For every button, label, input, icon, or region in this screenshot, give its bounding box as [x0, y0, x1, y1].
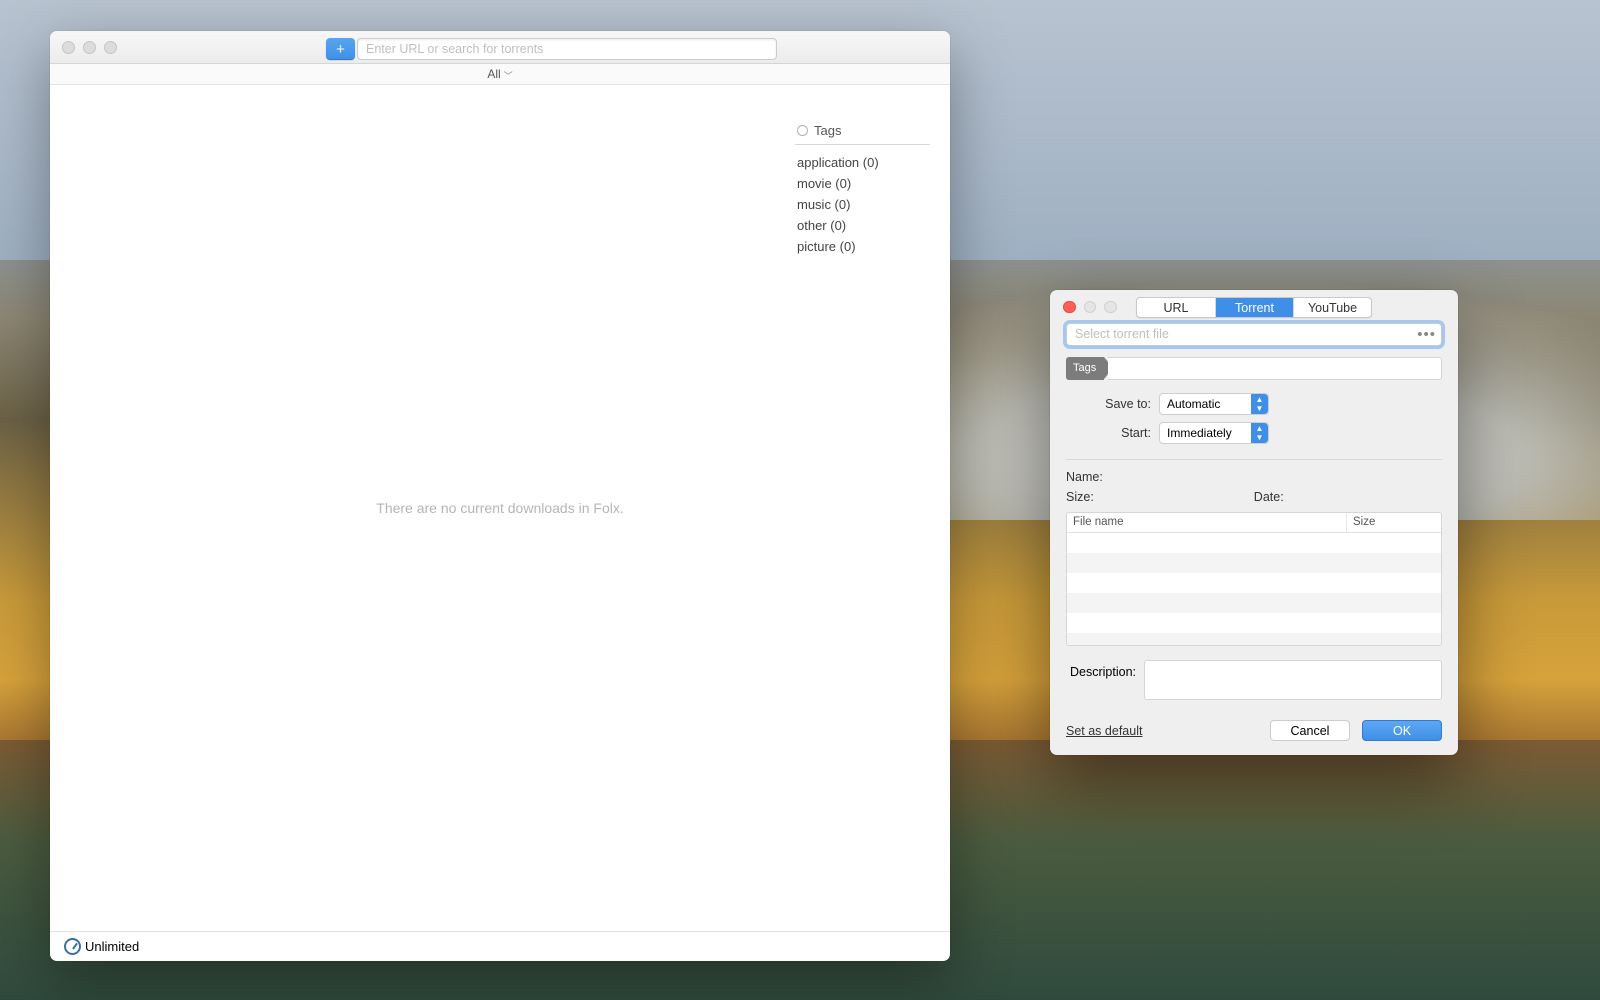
dialog-titlebar: URL Torrent YouTube — [1050, 290, 1458, 323]
tags-panel: Tags application (0) movie (0) music (0)… — [795, 123, 930, 257]
minimize-icon — [1084, 301, 1097, 314]
tag-item-movie[interactable]: movie (0) — [795, 173, 930, 194]
description-row: Description: — [1066, 660, 1442, 700]
tag-item-music[interactable]: music (0) — [795, 194, 930, 215]
folx-main-window: + All ﹀ There are no current downloads i… — [50, 31, 950, 961]
start-select[interactable]: Immediately ▲▼ — [1159, 422, 1269, 444]
col-file-name[interactable]: File name — [1067, 513, 1347, 532]
status-bar: Unlimited — [50, 931, 950, 961]
file-table-header: File name Size — [1067, 513, 1441, 533]
torrent-file-input[interactable] — [1066, 323, 1442, 346]
name-row: Name: — [1050, 460, 1458, 484]
set-as-default-link[interactable]: Set as default — [1066, 724, 1142, 738]
cancel-button[interactable]: Cancel — [1270, 720, 1350, 741]
table-row — [1067, 613, 1441, 633]
tab-torrent[interactable]: Torrent — [1215, 298, 1293, 317]
close-icon[interactable] — [1063, 301, 1076, 314]
tags-chip: Tags — [1066, 357, 1104, 380]
tags-header: Tags — [795, 123, 930, 145]
start-value: Immediately — [1167, 426, 1232, 440]
col-size[interactable]: Size — [1347, 513, 1441, 532]
tag-item-other[interactable]: other (0) — [795, 215, 930, 236]
file-table: File name Size — [1066, 512, 1442, 646]
zoom-icon[interactable] — [104, 41, 117, 54]
date-label: Date: — [1254, 490, 1284, 504]
table-row — [1067, 633, 1441, 646]
save-to-value: Automatic — [1167, 397, 1220, 411]
table-row — [1067, 573, 1441, 593]
close-icon[interactable] — [62, 41, 75, 54]
tag-item-picture[interactable]: picture (0) — [795, 236, 930, 257]
main-titlebar: + — [50, 31, 950, 64]
size-date-row: Size: Date: — [1050, 484, 1458, 504]
minimize-icon[interactable] — [83, 41, 96, 54]
table-row — [1067, 553, 1441, 573]
zoom-icon — [1104, 301, 1117, 314]
description-input[interactable] — [1144, 660, 1442, 700]
save-to-label: Save to: — [1066, 397, 1159, 411]
table-row — [1067, 533, 1441, 553]
main-traffic-lights — [62, 41, 117, 54]
file-table-body — [1067, 533, 1441, 646]
start-row: Start: Immediately ▲▼ — [1066, 422, 1442, 444]
start-label: Start: — [1066, 426, 1159, 440]
plus-icon: + — [336, 41, 345, 58]
table-row — [1067, 593, 1441, 613]
name-label: Name: — [1066, 470, 1103, 484]
filter-label: All — [487, 67, 500, 81]
source-tabs: URL Torrent YouTube — [1136, 297, 1372, 318]
chevron-updown-icon: ▲▼ — [1254, 424, 1265, 442]
tab-youtube[interactable]: YouTube — [1293, 298, 1371, 317]
tags-input[interactable] — [1108, 357, 1442, 380]
chevron-updown-icon: ▲▼ — [1254, 395, 1265, 413]
size-label: Size: — [1066, 490, 1094, 504]
tab-url[interactable]: URL — [1137, 298, 1215, 317]
gauge-icon[interactable] — [64, 938, 81, 955]
search-input[interactable] — [358, 39, 776, 59]
main-body: There are no current downloads in Folx. … — [50, 85, 950, 931]
speed-limit-label[interactable]: Unlimited — [85, 939, 139, 954]
filter-bar[interactable]: All ﹀ — [50, 64, 950, 85]
save-to-select[interactable]: Automatic ▲▼ — [1159, 393, 1269, 415]
dialog-footer: Set as default Cancel OK — [1066, 720, 1442, 741]
browse-file-icon[interactable]: ••• — [1417, 326, 1436, 343]
tag-item-application[interactable]: application (0) — [795, 152, 930, 173]
tag-icon — [797, 125, 808, 136]
description-label: Description: — [1066, 660, 1144, 700]
tags-field: Tags — [1066, 357, 1442, 380]
torrent-file-field-wrap: ••• — [1066, 323, 1442, 346]
tags-header-label: Tags — [814, 123, 841, 138]
add-button[interactable]: + — [326, 38, 355, 60]
ok-button[interactable]: OK — [1362, 720, 1442, 741]
empty-message: There are no current downloads in Folx. — [376, 500, 623, 516]
add-task-dialog: URL Torrent YouTube ••• Tags Save to: Au… — [1050, 290, 1458, 755]
save-to-row: Save to: Automatic ▲▼ — [1066, 393, 1442, 415]
search-input-wrap — [357, 38, 777, 60]
dialog-traffic-lights — [1063, 301, 1117, 314]
chevron-down-icon: ﹀ — [504, 69, 513, 82]
